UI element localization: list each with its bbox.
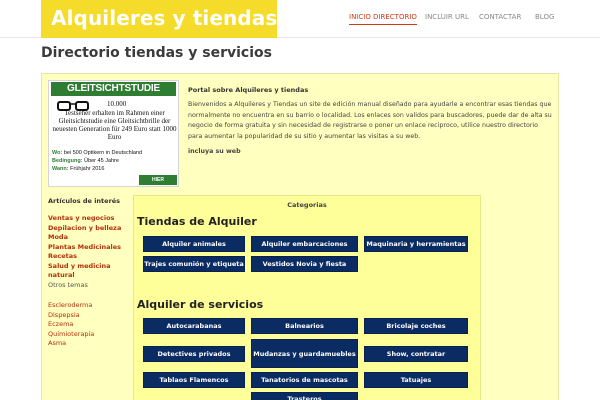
- ad-title: GLEITSICHTSTUDIE: [51, 82, 176, 96]
- sidebar-link[interactable]: Recetas: [48, 252, 128, 262]
- ad-line: Wo: bei 500 Optikern in Deutschland: [52, 150, 143, 156]
- section-title-tiendas-alquiler: Tiendas de Alquiler: [137, 215, 257, 228]
- category-button[interactable]: Tablaos Flamencos: [143, 372, 245, 388]
- category-button[interactable]: Trajes comunión y etiqueta: [143, 256, 245, 272]
- category-button[interactable]: Detectives privados: [143, 346, 245, 362]
- intro-body: Bienvenidos a Alquileres y Tiendas un si…: [188, 101, 552, 140]
- sidebar: Artículos de interés Ventas y negocios D…: [48, 197, 128, 349]
- nav-blog[interactable]: BLOG: [535, 13, 554, 21]
- sidebar-other-topics: Otros temas: [48, 280, 88, 289]
- sidebar-link[interactable]: Plantas Medicinales: [48, 243, 128, 253]
- section-title-alquiler-servicios: Alquiler de servicios: [137, 298, 264, 311]
- nav-incluir-url[interactable]: INCLUIR URL: [425, 13, 469, 21]
- categories-panel: Categorias Tiendas de Alquiler Alquiler …: [133, 195, 481, 400]
- page-title: Directorio tiendas y servicios: [41, 45, 272, 61]
- ad-register-button[interactable]: HIER ANMELDEN: [139, 175, 177, 185]
- ad-text: Testseher erhalten im Rahmen einer Gleit…: [52, 109, 177, 141]
- main-nav: INICIO DIRECTORIO INCLUIR URL CONTACTAR …: [0, 13, 600, 27]
- nav-inicio-directorio[interactable]: INICIO DIRECTORIO: [349, 13, 417, 25]
- sidebar-link[interactable]: Escleroderma: [48, 301, 128, 311]
- sidebar-link[interactable]: Dispepsia: [48, 311, 128, 321]
- ad-line: Wann: Frühjahr 2016: [52, 166, 105, 172]
- ad-banner[interactable]: GLEITSICHTSTUDIE 10.000 Testseher erhalt…: [48, 80, 179, 187]
- category-button[interactable]: Tanatorios de mascotas: [251, 372, 358, 388]
- sidebar-link[interactable]: Ventas y negocios: [48, 214, 128, 224]
- categories-title: Categorias: [287, 201, 327, 209]
- category-button[interactable]: Mudanzas y guardamuebles: [251, 339, 358, 368]
- sidebar-link[interactable]: Moda: [48, 233, 128, 243]
- ad-count: 10.000: [107, 100, 127, 108]
- sidebar-link[interactable]: Depilacion y belleza: [48, 224, 128, 234]
- category-button[interactable]: Autocarabanas: [143, 318, 245, 334]
- sidebar-link[interactable]: Asma: [48, 339, 128, 349]
- category-button[interactable]: Balnearios: [251, 318, 358, 334]
- sidebar-link[interactable]: Quimioterapia: [48, 330, 128, 340]
- category-button[interactable]: Maquinaria y herramientas: [364, 236, 468, 252]
- category-button[interactable]: Bricolaje coches: [364, 318, 468, 334]
- intro-title: Portal sobre Alquileres y tiendas: [188, 86, 309, 94]
- category-button[interactable]: Alquiler animales: [143, 236, 245, 252]
- sidebar-link[interactable]: Salud y medicina natural: [48, 262, 128, 281]
- category-button[interactable]: Trasteros: [251, 392, 358, 400]
- intro-link[interactable]: incluya su web: [188, 148, 552, 155]
- nav-contactar[interactable]: CONTACTAR: [479, 13, 521, 21]
- category-button[interactable]: Tatuajes: [364, 372, 468, 388]
- site-header: Alquileres y tiendas INICIO DIRECTORIO I…: [0, 0, 600, 38]
- sidebar-title: Artículos de interés: [48, 197, 121, 205]
- content-box: GLEITSICHTSTUDIE 10.000 Testseher erhalt…: [41, 73, 559, 400]
- intro-section: Portal sobre Alquileres y tiendas Bienve…: [188, 86, 552, 155]
- category-button[interactable]: Vestidos Novia y fiesta: [251, 256, 358, 272]
- category-button[interactable]: Show, contratar: [364, 346, 468, 362]
- ad-line: Bedingung: Über 45 Jahre: [52, 158, 119, 164]
- ad-details: Wo: bei 500 Optikern in Deutschland Bedi…: [52, 149, 177, 173]
- category-button[interactable]: Alquiler embarcaciones: [251, 236, 358, 252]
- sidebar-link[interactable]: Eczema: [48, 320, 128, 330]
